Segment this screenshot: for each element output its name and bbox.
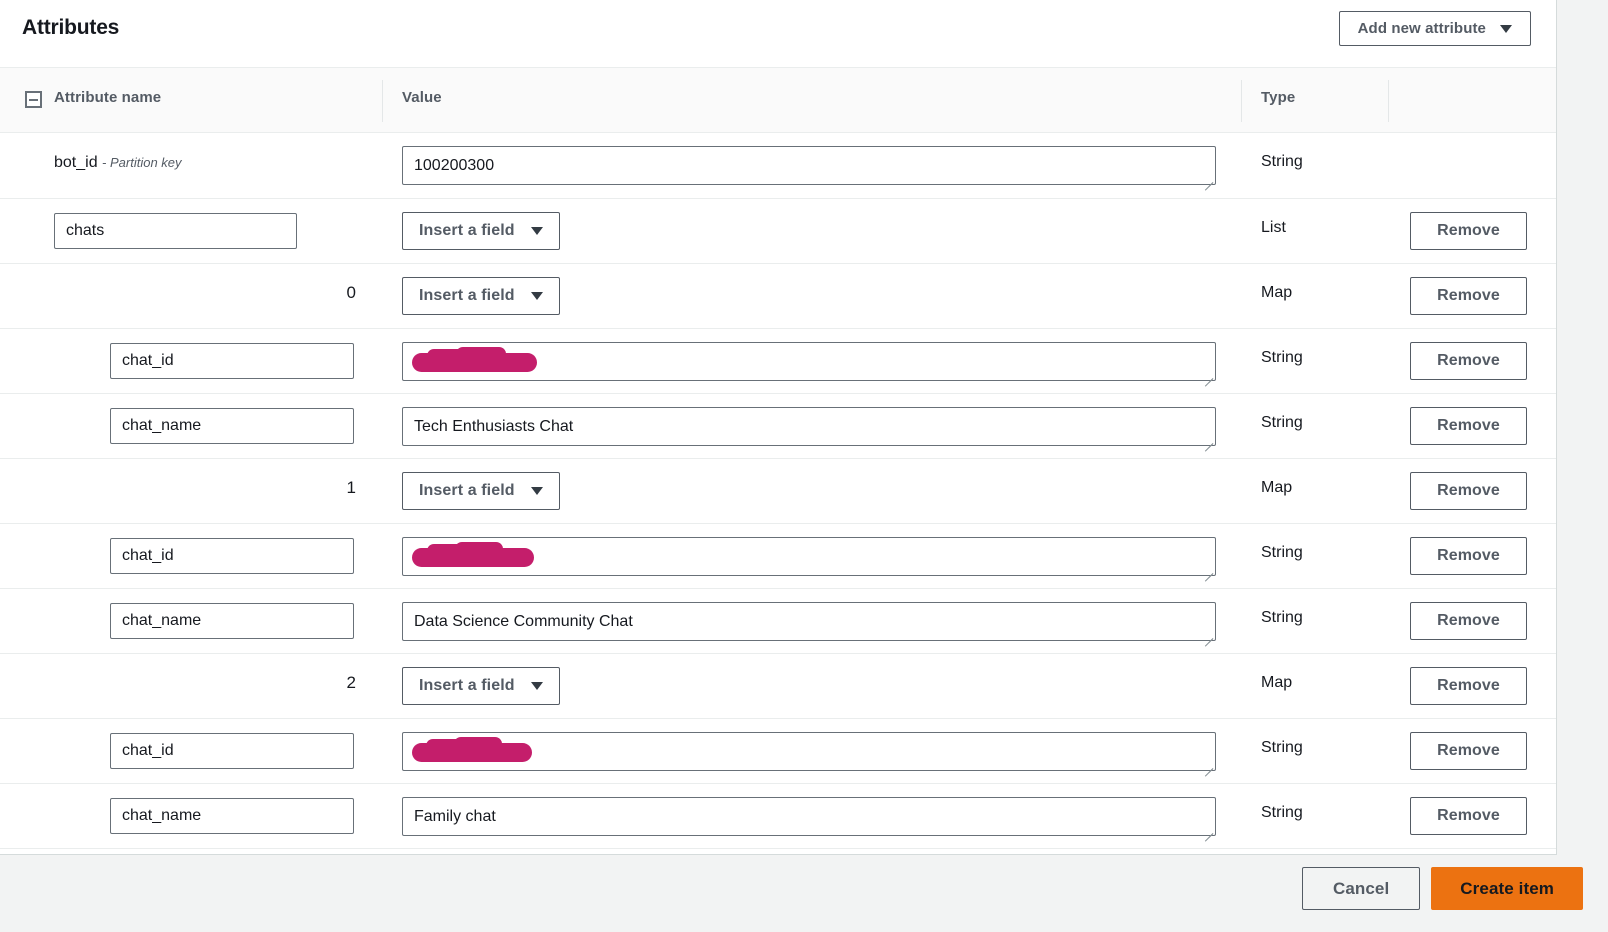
remove-button[interactable]: Remove	[1410, 212, 1527, 250]
column-divider	[1388, 80, 1389, 122]
insert-a-field-label: Insert a field	[419, 677, 515, 694]
value-input-chat-id[interactable]	[402, 732, 1216, 771]
insert-a-field-button-index-2[interactable]: Insert a field	[402, 667, 560, 705]
table-row: String Remove	[0, 719, 1556, 784]
remove-button[interactable]: Remove	[1410, 277, 1527, 315]
attribute-name-input-chat-name[interactable]	[110, 603, 354, 639]
add-new-attribute-label: Add new attribute	[1357, 20, 1486, 37]
insert-a-field-button-index-1[interactable]: Insert a field	[402, 472, 560, 510]
value-input-chat-id[interactable]	[402, 342, 1216, 381]
type-label: String	[1261, 609, 1303, 626]
type-label: Map	[1261, 479, 1293, 496]
page-title: Attributes	[22, 16, 120, 39]
insert-a-field-button-chats[interactable]: Insert a field	[402, 212, 560, 250]
column-divider	[382, 80, 383, 122]
attribute-name-input-chat-name[interactable]	[110, 408, 354, 444]
table-row: String Remove	[0, 524, 1556, 589]
remove-button[interactable]: Remove	[1410, 602, 1527, 640]
type-label: Map	[1261, 284, 1293, 301]
table-row: bot_id - Partition key String	[0, 133, 1556, 199]
partition-key-label: - Partition key	[102, 155, 182, 170]
remove-button[interactable]: Remove	[1410, 732, 1527, 770]
remove-button[interactable]: Remove	[1410, 667, 1527, 705]
type-label: String	[1261, 739, 1303, 756]
footer-bar: Cancel Create item	[0, 856, 1608, 932]
column-header-type: Type	[1261, 89, 1296, 106]
remove-button[interactable]: Remove	[1410, 472, 1527, 510]
attributes-rows: bot_id - Partition key String Insert a f…	[0, 133, 1556, 849]
column-header-value: Value	[402, 89, 442, 106]
table-header-row: Attribute name Value Type	[0, 67, 1556, 133]
table-row: 2 Insert a field Map Remove	[0, 654, 1556, 719]
create-item-button[interactable]: Create item	[1431, 867, 1583, 910]
insert-a-field-label: Insert a field	[419, 482, 515, 499]
remove-button[interactable]: Remove	[1410, 797, 1527, 835]
insert-a-field-label: Insert a field	[419, 222, 515, 239]
chevron-down-icon	[530, 487, 543, 495]
table-row: String Remove	[0, 394, 1556, 459]
attribute-name-input-chat-name[interactable]	[110, 798, 354, 834]
insert-a-field-label: Insert a field	[419, 287, 515, 304]
chevron-down-icon	[1500, 24, 1512, 33]
add-new-attribute-button[interactable]: Add new attribute	[1338, 11, 1531, 46]
attributes-panel: Attributes Add new attribute Attribute n…	[0, 0, 1557, 855]
remove-button[interactable]: Remove	[1410, 537, 1527, 575]
value-input-bot-id[interactable]	[402, 146, 1216, 185]
insert-a-field-button-index-0[interactable]: Insert a field	[402, 277, 560, 315]
remove-button[interactable]: Remove	[1410, 407, 1527, 445]
table-row: String Remove	[0, 589, 1556, 654]
type-label: String	[1261, 153, 1303, 170]
cancel-button[interactable]: Cancel	[1301, 867, 1421, 910]
type-label: List	[1261, 219, 1286, 236]
chevron-down-icon	[530, 682, 543, 690]
column-header-attribute-name: Attribute name	[54, 89, 162, 106]
type-label: String	[1261, 544, 1303, 561]
remove-button[interactable]: Remove	[1410, 342, 1527, 380]
table-row: String Remove	[0, 784, 1556, 849]
type-label: Map	[1261, 674, 1293, 691]
type-label: String	[1261, 414, 1303, 431]
list-index-label: 2	[346, 673, 356, 692]
panel-header: Attributes Add new attribute	[0, 0, 1556, 67]
attribute-name-input-chat-id[interactable]	[110, 733, 354, 769]
chevron-down-icon	[530, 227, 543, 235]
table-row: 1 Insert a field Map Remove	[0, 459, 1556, 524]
value-input-chat-name[interactable]	[402, 407, 1216, 446]
value-input-chat-name[interactable]	[402, 602, 1216, 641]
attribute-name-bot-id: bot_id - Partition key	[54, 154, 182, 172]
chevron-down-icon	[530, 292, 543, 300]
attribute-name-input-chat-id[interactable]	[110, 343, 354, 379]
value-input-chat-id[interactable]	[402, 537, 1216, 576]
table-row: Insert a field List Remove	[0, 199, 1556, 264]
type-label: String	[1261, 349, 1303, 366]
value-input-chat-name[interactable]	[402, 797, 1216, 836]
collapse-all-icon[interactable]	[25, 91, 42, 113]
list-index-label: 0	[346, 283, 356, 302]
footer-actions: Cancel Create item	[1301, 867, 1583, 910]
attribute-name-input-chats[interactable]	[54, 213, 297, 249]
column-divider	[1241, 80, 1242, 122]
table-row: String Remove	[0, 329, 1556, 394]
dynamodb-create-item-page: Attributes Add new attribute Attribute n…	[0, 0, 1608, 932]
list-index-label: 1	[346, 478, 356, 497]
type-label: String	[1261, 804, 1303, 821]
attribute-name-text: bot_id	[54, 154, 98, 171]
table-row: 0 Insert a field Map Remove	[0, 264, 1556, 329]
attribute-name-input-chat-id[interactable]	[110, 538, 354, 574]
